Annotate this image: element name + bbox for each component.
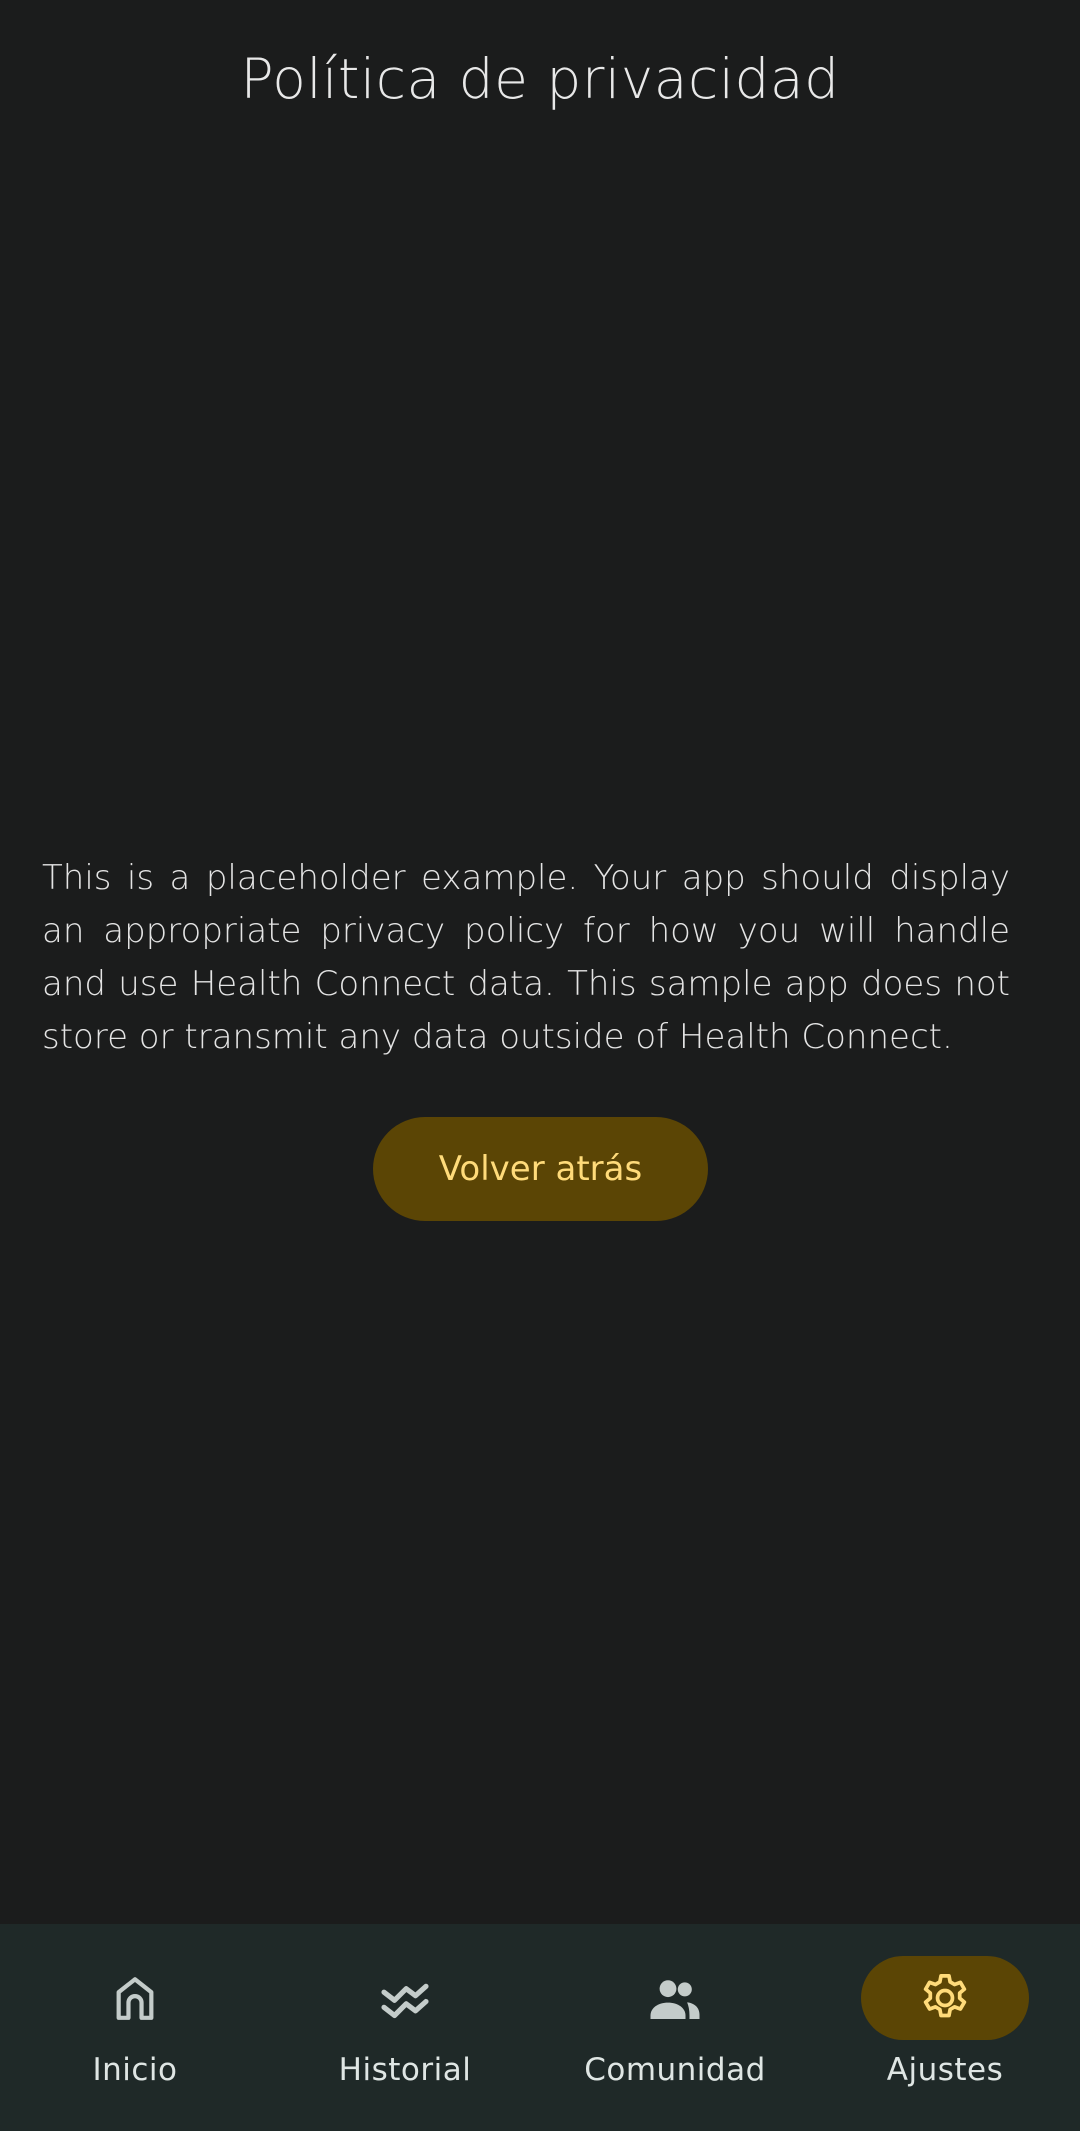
nav-label: Comunidad — [584, 2052, 766, 2088]
home-icon — [116, 1977, 154, 2020]
history-icon — [381, 1983, 429, 2019]
nav-label: Historial — [338, 2052, 472, 2088]
nav-item-comunidad[interactable]: Comunidad — [540, 1924, 810, 2131]
nav-pill — [591, 1956, 759, 2040]
nav-pill — [51, 1956, 219, 2040]
nav-label: Ajustes — [886, 2052, 1004, 2088]
policy-text: This is a placeholder example. Your app … — [42, 858, 1010, 1057]
nav-item-historial[interactable]: Historial — [270, 1924, 540, 2131]
nav-item-inicio[interactable]: Inicio — [0, 1924, 270, 2131]
back-button[interactable]: Volver atrás — [373, 1117, 708, 1221]
nav-pill-active — [861, 1956, 1029, 2040]
policy-content: This is a placeholder example. Your app … — [42, 852, 1010, 1064]
nav-pill — [321, 1956, 489, 2040]
people-icon — [650, 1980, 700, 2019]
bottom-navigation: Inicio Historial Comunidad Ajustes — [0, 1924, 1080, 2131]
gear-icon — [923, 1973, 967, 2018]
page-title: Política de privacidad — [240, 47, 840, 111]
nav-label: Inicio — [92, 2052, 178, 2088]
nav-item-ajustes[interactable]: Ajustes — [810, 1924, 1080, 2131]
